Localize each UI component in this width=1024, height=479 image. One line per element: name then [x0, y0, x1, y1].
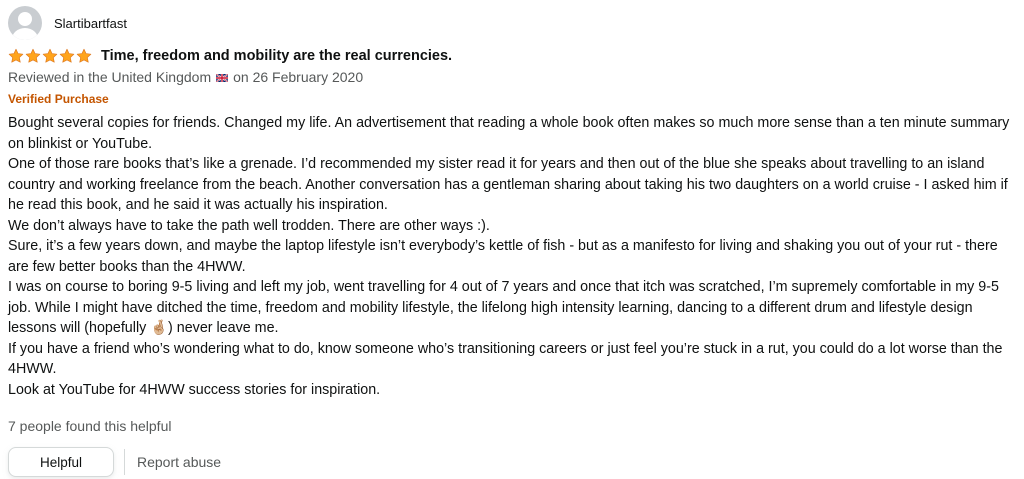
report-abuse-link[interactable]: Report abuse: [137, 454, 221, 470]
helpful-button[interactable]: Helpful: [8, 447, 114, 477]
review-date: Reviewed in the United Kingdom on 26 Feb…: [8, 69, 363, 85]
star-icon: [42, 48, 58, 63]
star-icon: [59, 48, 75, 63]
customer-review: Slartibartfast Time, freedom and mobilit…: [0, 0, 1024, 479]
review-title[interactable]: Time, freedom and mobility are the real …: [101, 48, 452, 64]
review-paragraph: We don’t always have to take the path we…: [8, 217, 490, 234]
action-divider: [124, 449, 125, 475]
helpful-count: 7 people found this helpful: [8, 418, 172, 434]
star-icon: [76, 48, 92, 63]
avatar[interactable]: [8, 6, 42, 40]
review-body: Bought several copies for friends. Chang…: [8, 113, 1018, 400]
review-paragraph: One of those rare books that’s like a gr…: [8, 156, 1008, 213]
default-avatar-icon: [12, 12, 38, 40]
reviewer-name[interactable]: Slartibartfast: [54, 16, 127, 31]
star-rating[interactable]: [8, 48, 92, 64]
review-paragraph: Bought several copies for friends. Chang…: [8, 115, 1010, 152]
star-icon: [25, 48, 41, 63]
review-paragraph: I was on course to boring 9-5 living and…: [8, 279, 999, 336]
review-paragraph: If you have a friend who’s wondering wha…: [8, 340, 1003, 378]
review-paragraph: Look at YouTube for 4HWW success stories…: [8, 381, 381, 398]
review-paragraph: Sure, it’s a few years down, and maybe t…: [8, 238, 998, 275]
reviewer-profile[interactable]: Slartibartfast: [8, 6, 127, 40]
review-title-row: Time, freedom and mobility are the real …: [8, 46, 452, 66]
uk-flag-icon: [215, 69, 229, 85]
review-date-prefix: Reviewed in the United Kingdom: [8, 69, 212, 85]
verified-purchase-badge[interactable]: Verified Purchase: [8, 92, 109, 106]
review-date-text: on 26 February 2020: [233, 69, 364, 85]
review-actions: Helpful Report abuse: [8, 446, 221, 478]
star-icon: [8, 48, 24, 63]
